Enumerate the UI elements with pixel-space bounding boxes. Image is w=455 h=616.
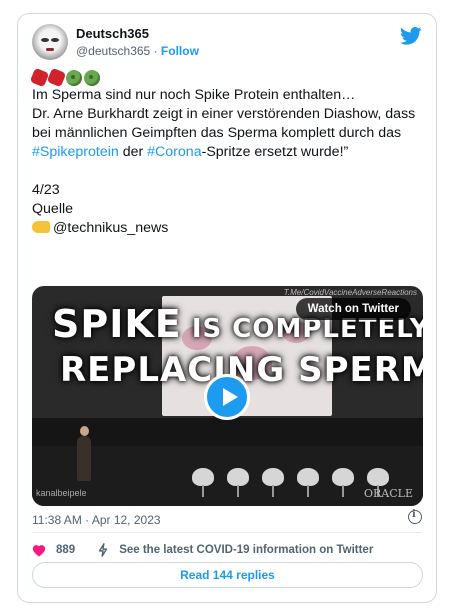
tweet-text: Im Sperma sind nur noch Spike Protein en…: [32, 86, 427, 238]
tweet-text-part: Dr. Arne Burkhardt zeigt in einer verstö…: [32, 106, 416, 141]
divider: [32, 532, 422, 533]
stage-logo: ORACLE: [364, 487, 413, 500]
heart-icon[interactable]: [32, 544, 46, 557]
stage-chair: [227, 468, 249, 497]
tweet-actions: 889 See the latest COVID-19 information …: [32, 540, 373, 560]
source-label: Quelle: [32, 201, 74, 217]
avatar-mouth: [46, 48, 54, 51]
avatar-eye: [51, 38, 59, 42]
account-handle[interactable]: @deutsch365: [76, 44, 150, 58]
avatar-eye: [41, 38, 49, 42]
avatar[interactable]: [32, 24, 68, 60]
tweet-timestamp[interactable]: 11:38 AM · Apr 12, 2023: [32, 513, 161, 527]
lightning-icon: [98, 543, 108, 557]
video-credit: T.Me/CovidVaccineAdverseReactions: [283, 288, 417, 297]
source-handle[interactable]: @technikus_news: [53, 220, 168, 236]
thread-count: 4/23: [32, 182, 60, 198]
speaker-figure: [77, 426, 91, 481]
account-name[interactable]: Deutsch365: [76, 26, 149, 41]
microbe-icon: [66, 70, 82, 86]
stage-chair: [332, 468, 354, 497]
separator: ·: [153, 44, 158, 58]
tweet-date: Apr 12, 2023: [91, 513, 161, 527]
hashtag-link[interactable]: #Corona: [147, 144, 201, 160]
stop-sign-icon: [29, 67, 50, 88]
twitter-bird-icon[interactable]: [400, 26, 422, 46]
video-watermark: kanalbeipele: [36, 488, 87, 498]
play-icon[interactable]: [204, 374, 250, 420]
stage-chair: [367, 468, 389, 497]
pointing-hand-icon: [32, 221, 50, 233]
separator: ·: [85, 513, 90, 527]
tweet-card: Deutsch365 @deutsch365 · Follow Im Sperm…: [17, 13, 437, 603]
read-replies-button[interactable]: Read 144 replies: [32, 562, 423, 588]
microbe-icon: [84, 70, 100, 86]
info-icon[interactable]: [408, 509, 422, 524]
hashtag-link[interactable]: #Spikeprotein: [32, 144, 119, 160]
watch-on-twitter-button[interactable]: Watch on Twitter: [295, 298, 411, 320]
handle-row: @deutsch365 · Follow: [76, 44, 199, 58]
tweet-line-1: Im Sperma sind nur noch Spike Protein en…: [32, 87, 356, 103]
follow-button[interactable]: Follow: [161, 44, 199, 58]
tweet-line-2: Dr. Arne Burkhardt zeigt in einer verstö…: [32, 105, 427, 162]
stop-sign-icon: [46, 67, 67, 88]
source-line: @technikus_news: [32, 219, 427, 238]
tweet-time: 11:38 AM: [32, 513, 82, 527]
tweet-header: Deutsch365 @deutsch365 · Follow: [32, 24, 422, 64]
video-player[interactable]: SPIKE IS COMPLETELY REPLACING SPERM T.Me…: [32, 286, 423, 506]
stage-chair: [262, 468, 284, 497]
stage-chair: [297, 468, 319, 497]
like-count[interactable]: 889: [56, 544, 75, 556]
tweet-text-part: -Spritze ersetzt wurde!”: [201, 144, 349, 160]
headline-big: SPIKE: [52, 302, 182, 346]
stage-chair: [192, 468, 214, 497]
covid-info-link[interactable]: See the latest COVID-19 information on T…: [119, 544, 373, 556]
tweet-text-part: der: [118, 144, 148, 160]
